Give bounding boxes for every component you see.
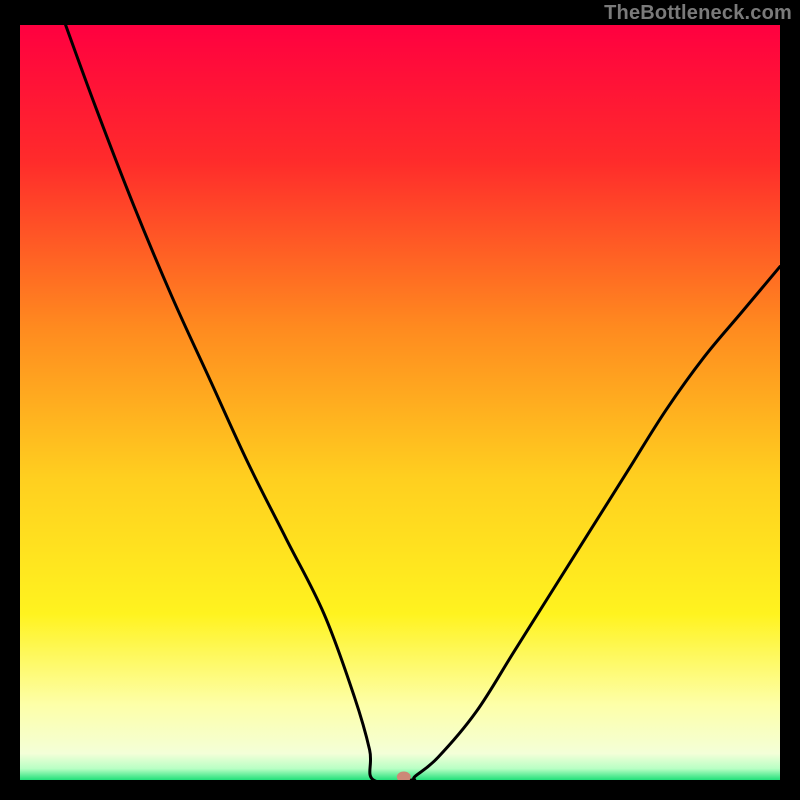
plot-area (20, 25, 780, 780)
watermark-text: TheBottleneck.com (604, 2, 792, 25)
bottleneck-curve (20, 25, 780, 780)
marker-dot (397, 772, 411, 781)
chart-frame: TheBottleneck.com (0, 0, 800, 800)
